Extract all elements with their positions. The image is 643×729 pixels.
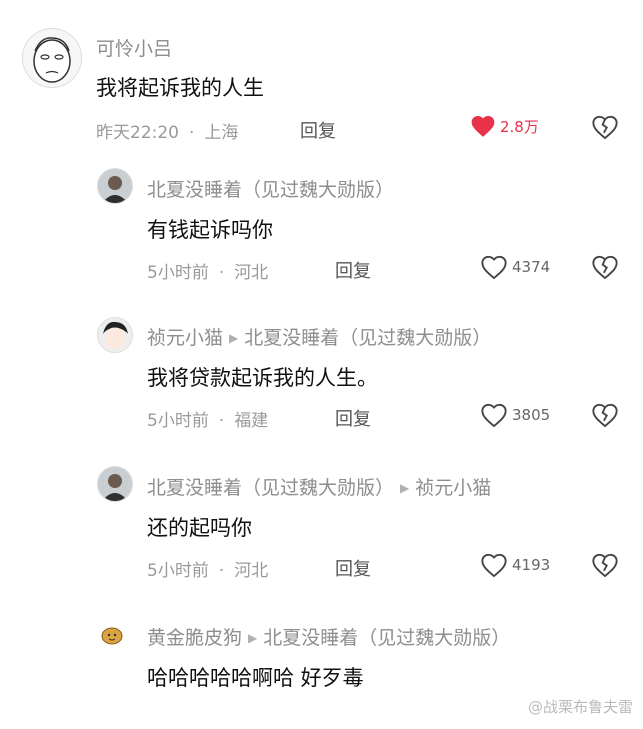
separator-dot: · — [218, 411, 225, 431]
timestamp: 昨天22:20 — [96, 123, 179, 143]
comment-text: 还的起吗你 — [147, 516, 252, 540]
comment-text: 我将贷款起诉我的人生。 — [147, 366, 378, 390]
avatar[interactable] — [97, 466, 133, 502]
timestamp: 5小时前 — [147, 561, 209, 581]
like-button[interactable]: 2.8万 — [470, 114, 539, 138]
watermark: @战栗布鲁夫雷 — [527, 698, 633, 716]
username[interactable]: 黄金脆皮狗 ▶ 北夏没睡着（见过魏大勋版） — [147, 623, 510, 650]
username[interactable]: 北夏没睡着（见过魏大勋版） — [147, 175, 394, 202]
like-count: 4193 — [512, 556, 551, 574]
comment-meta: 5小时前 · 福建 — [147, 406, 268, 431]
dislike-button[interactable] — [591, 114, 619, 144]
broken-heart-icon — [592, 403, 618, 428]
separator-dot: · — [218, 561, 225, 581]
dog-avatar-icon — [101, 627, 123, 645]
heart-icon — [471, 116, 495, 137]
broken-heart-icon — [592, 255, 618, 280]
person-photo-avatar-icon — [98, 169, 132, 203]
username[interactable]: 北夏没睡着（见过魏大勋版） ▶ 祯元小猫 — [147, 473, 491, 500]
reply-to-username[interactable]: 祯元小猫 — [415, 477, 491, 499]
person-photo-avatar-icon — [98, 467, 132, 501]
location: 福建 — [234, 411, 269, 431]
comment-meta: 昨天22:20 · 上海 — [96, 118, 238, 143]
location: 上海 — [204, 123, 239, 143]
avatar[interactable] — [22, 28, 82, 88]
comment-text: 哈哈哈哈哈啊哈 好歹毒 — [147, 666, 364, 690]
username-text[interactable]: 可怜小吕 — [96, 38, 172, 60]
reply-to-username[interactable]: 北夏没睡着（见过魏大勋版） — [263, 627, 510, 649]
anime-avatar-icon — [98, 318, 132, 352]
like-count: 3805 — [512, 406, 551, 424]
broken-heart-icon — [592, 553, 618, 578]
reply-button[interactable]: 回复 — [335, 555, 371, 581]
username[interactable]: 祯元小猫 ▶ 北夏没睡着（见过魏大勋版） — [147, 323, 491, 350]
username-text[interactable]: 黄金脆皮狗 — [147, 627, 242, 649]
timestamp: 5小时前 — [147, 263, 209, 283]
avatar[interactable] — [99, 622, 125, 648]
comment-meta: 5小时前 · 河北 — [147, 258, 268, 283]
comment-meta: 5小时前 · 河北 — [147, 556, 268, 581]
reply-arrow-icon: ▶ — [248, 631, 258, 645]
location: 河北 — [234, 263, 269, 283]
avatar[interactable] — [97, 168, 133, 204]
comment-text: 我将起诉我的人生 — [96, 76, 264, 100]
reply-arrow-icon: ▶ — [229, 331, 239, 345]
heart-icon — [481, 403, 507, 428]
separator-dot: · — [218, 263, 225, 283]
dislike-button[interactable] — [591, 254, 619, 284]
cartoon-face-avatar-icon — [33, 37, 71, 83]
username-text[interactable]: 祯元小猫 — [147, 327, 223, 349]
separator-dot: · — [189, 123, 195, 143]
heart-icon — [481, 255, 507, 280]
reply-arrow-icon: ▶ — [400, 481, 410, 495]
avatar[interactable] — [97, 317, 133, 353]
reply-to-username[interactable]: 北夏没睡着（见过魏大勋版） — [244, 327, 491, 349]
username-text[interactable]: 北夏没睡着（见过魏大勋版） — [147, 477, 394, 499]
like-count: 4374 — [512, 258, 551, 276]
username-text[interactable]: 北夏没睡着（见过魏大勋版） — [147, 179, 394, 201]
broken-heart-icon — [592, 115, 618, 140]
location: 河北 — [234, 561, 269, 581]
like-count: 2.8万 — [500, 117, 539, 136]
dislike-button[interactable] — [591, 552, 619, 582]
comment-text: 有钱起诉吗你 — [147, 218, 273, 242]
dislike-button[interactable] — [591, 402, 619, 432]
username[interactable]: 可怜小吕 — [96, 34, 172, 61]
like-button[interactable]: 4374 — [480, 254, 550, 280]
timestamp: 5小时前 — [147, 411, 209, 431]
reply-button[interactable]: 回复 — [335, 257, 371, 283]
like-button[interactable]: 3805 — [480, 402, 550, 428]
like-button[interactable]: 4193 — [480, 552, 550, 578]
heart-icon — [481, 553, 507, 578]
reply-button[interactable]: 回复 — [300, 117, 336, 143]
reply-button[interactable]: 回复 — [335, 405, 371, 431]
